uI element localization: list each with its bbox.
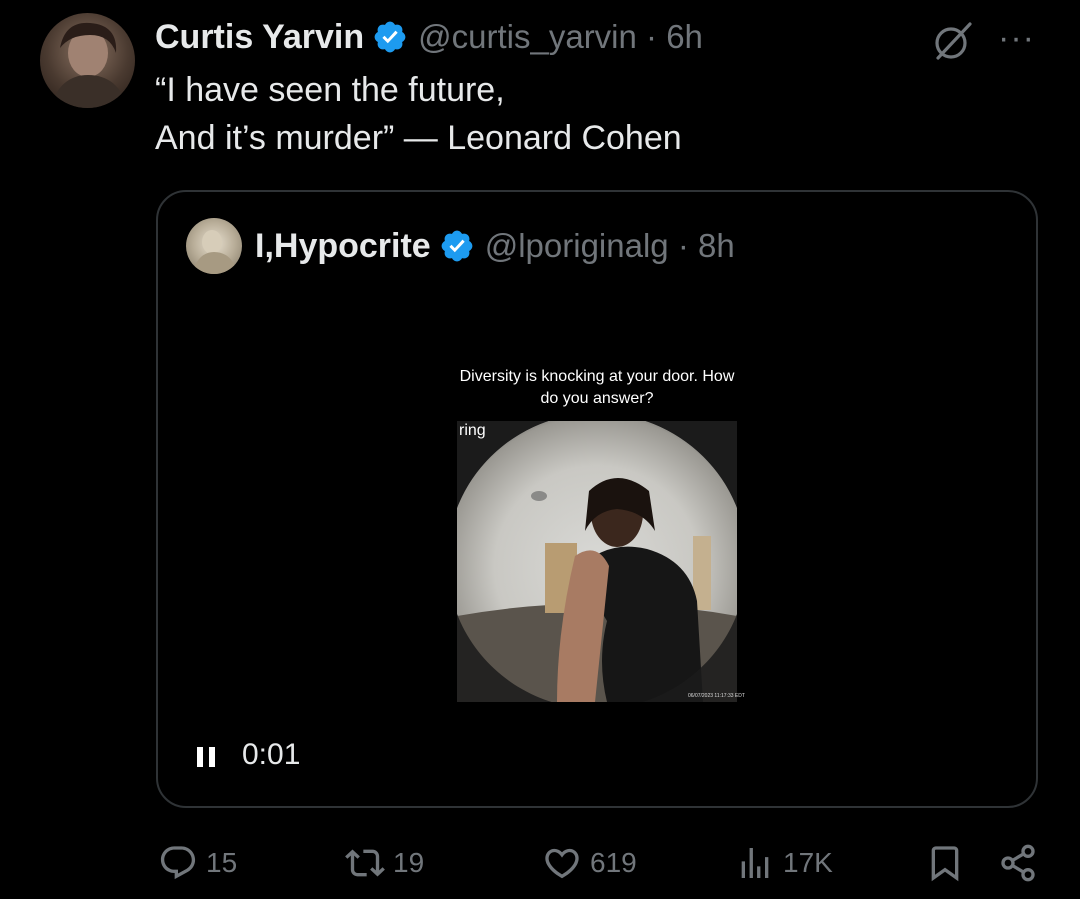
tweet-text-line-1: “I have seen the future, (155, 71, 505, 109)
reply-icon (160, 846, 196, 880)
reply-count: 15 (206, 847, 238, 878)
ring-logo: ring (459, 422, 486, 439)
quoted-author-avatar[interactable] (186, 218, 242, 274)
more-icon[interactable]: ··· (998, 18, 1035, 58)
share-button[interactable] (998, 840, 1046, 886)
quoted-tweet-header: I,Hypocrite @lporiginalg · 8h (255, 223, 735, 269)
grok-icon[interactable] (930, 18, 976, 64)
views-count: 17K (783, 847, 833, 878)
share-icon (1001, 844, 1035, 882)
tweet-text: “I have seen the future, And it’s murder… (155, 66, 682, 162)
quoted-author-handle-time[interactable]: @lporiginalg · 8h (485, 227, 735, 265)
pause-icon[interactable] (197, 744, 217, 770)
repost-count: 19 (393, 847, 425, 878)
bookmark-button[interactable] (925, 840, 973, 886)
tweet-text-line-2: And it’s murder” — Leonard Cohen (155, 119, 682, 157)
video-caption: Diversity is knocking at your door. How … (459, 368, 735, 407)
repost-button[interactable]: 19 (345, 840, 424, 886)
views-button[interactable]: 17K (735, 840, 833, 886)
video-frame[interactable] (457, 421, 737, 702)
author-name[interactable]: Curtis Yarvin (155, 18, 364, 57)
reply-button[interactable]: 15 (158, 840, 237, 886)
playback-time: 0:01 (242, 738, 301, 771)
video-timestamp: 06/07/2023 11:17:33 EDT (688, 693, 745, 699)
verified-icon (372, 19, 408, 55)
like-button[interactable]: 619 (542, 840, 637, 886)
like-count: 619 (590, 847, 637, 878)
repost-icon (345, 849, 385, 877)
author-avatar[interactable] (40, 13, 135, 108)
views-icon (741, 848, 769, 878)
author-handle-time[interactable]: @curtis_yarvin · 6h (418, 18, 703, 56)
verified-icon (439, 228, 475, 264)
tweet-header: Curtis Yarvin @curtis_yarvin · 6h (155, 14, 703, 60)
quoted-author-name[interactable]: I,Hypocrite (255, 227, 431, 266)
like-icon (545, 848, 579, 879)
bookmark-icon (931, 846, 959, 882)
